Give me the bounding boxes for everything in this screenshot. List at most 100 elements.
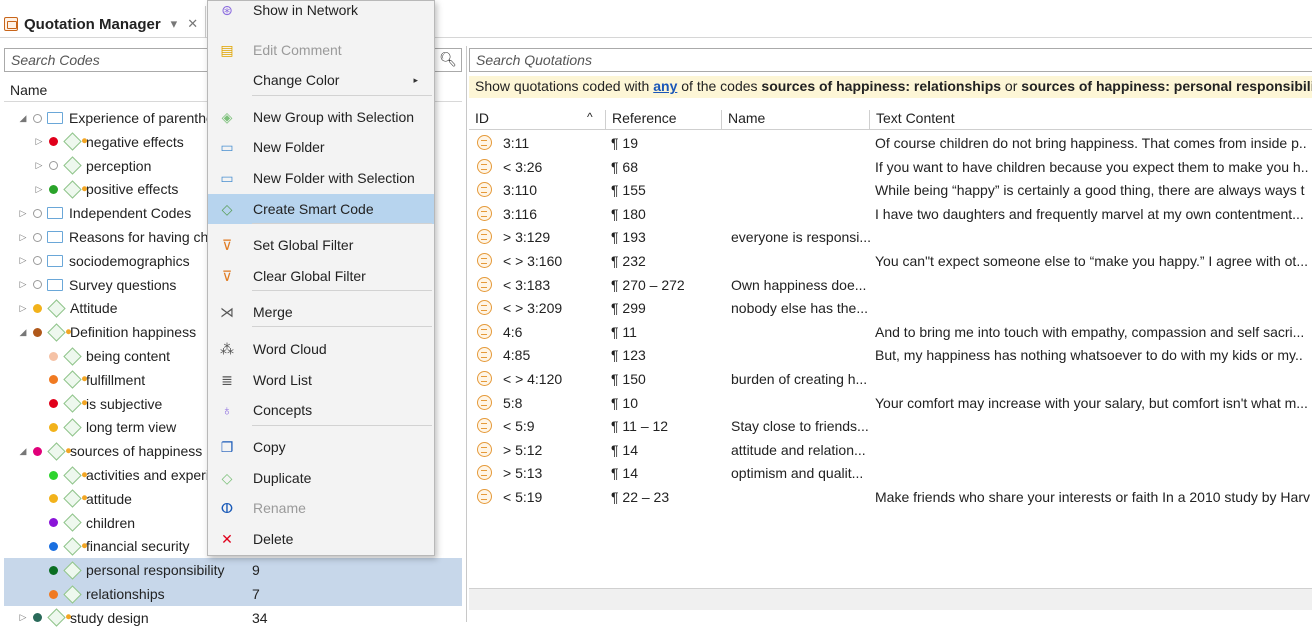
table-row[interactable]: 3:11 ¶ 19 Of course children do not bring … bbox=[469, 132, 1312, 156]
tree-row[interactable]: ▷ study design 34 bbox=[4, 606, 462, 630]
menu-item-concepts[interactable]: ♁ Concepts bbox=[208, 395, 434, 425]
table-row[interactable]: < 5:9 ¶ 11 – 12 Stay close to friends... bbox=[469, 415, 1312, 439]
context-menu: ⊛ Show in Network ▤ Edit Comment Change Colo… bbox=[207, 0, 435, 556]
tree-row-label: perception bbox=[86, 157, 152, 174]
menu-item-word-list[interactable]: ≣ Word List bbox=[208, 365, 434, 395]
search-icon[interactable]: 🔍︎ bbox=[439, 51, 457, 68]
table-row[interactable]: 3:116 ¶ 180 I have two daughters and frequ… bbox=[469, 203, 1312, 227]
expand-icon[interactable]: ▷ bbox=[18, 255, 28, 266]
table-row[interactable]: 3:110 ¶ 155 While being “happy” is certain… bbox=[469, 179, 1312, 203]
quotation-text: While being “happy” is certainly a good … bbox=[875, 182, 1305, 199]
menu-item-merge[interactable]: ⋊ Merge bbox=[208, 297, 434, 327]
quotation-reference: ¶ 150 bbox=[611, 371, 646, 387]
menu-item-label: Set Global Filter bbox=[253, 237, 354, 253]
quotation-icon bbox=[477, 205, 492, 221]
table-row[interactable]: 5:8 ¶ 10 Your comfort may increase with yo… bbox=[469, 392, 1312, 416]
horizontal-scrollbar[interactable] bbox=[469, 588, 1312, 610]
column-header-id[interactable]: ID ^ bbox=[469, 110, 605, 130]
table-row[interactable]: > 5:13 ¶ 14 optimism and qualit... bbox=[469, 462, 1312, 486]
table-row[interactable]: < 3:26 ¶ 68 If you want to have children b… bbox=[469, 156, 1312, 180]
expand-icon[interactable]: ▷ bbox=[18, 303, 28, 314]
quotation-reference: ¶ 155 bbox=[611, 182, 646, 199]
table-row[interactable]: < > 4:120 ¶ 150 burden of creating h... bbox=[469, 368, 1312, 392]
quotation-name: everyone is responsi... bbox=[731, 229, 872, 246]
collapse-icon[interactable]: ◢ bbox=[18, 327, 28, 338]
expand-icon[interactable]: ▷ bbox=[34, 160, 44, 171]
tree-row-label: activities and experie bbox=[86, 467, 217, 483]
quotation-reference: ¶ 270 – 272 bbox=[611, 276, 685, 293]
delete-icon: ✕ bbox=[221, 530, 233, 547]
smart-code-icon bbox=[63, 132, 82, 151]
menu-item-new-folder[interactable]: ▭ New Folder bbox=[208, 132, 434, 162]
search-quotations-input[interactable]: Search Quotations bbox=[469, 48, 1312, 72]
tree-row-label: attitude bbox=[86, 490, 132, 507]
tree-row-label: relationships bbox=[86, 586, 165, 602]
table-row[interactable]: 4:85 ¶ 123 But, my happiness has nothing w… bbox=[469, 344, 1312, 368]
quotation-reference: ¶ 11 – 12 bbox=[611, 418, 669, 435]
chevron-down-icon[interactable]: ▾ bbox=[171, 16, 178, 32]
folder-icon bbox=[47, 278, 63, 291]
menu-item-copy[interactable]: ❐ Copy bbox=[208, 432, 434, 462]
folder-selection-icon: ▭ bbox=[220, 169, 234, 186]
menu-item-change-color[interactable]: Change Color ▸ bbox=[208, 65, 434, 95]
tree-row[interactable]: relationships 7 bbox=[4, 582, 462, 606]
table-row[interactable]: < 3:183 ¶ 270 – 272 Own happiness doe... bbox=[469, 274, 1312, 298]
word-list-icon: ≣ bbox=[221, 371, 233, 388]
expand-icon[interactable]: ▷ bbox=[34, 136, 44, 147]
collapse-icon[interactable]: ◢ bbox=[18, 446, 28, 457]
menu-item-duplicate[interactable]: ◇ Duplicate bbox=[208, 463, 434, 493]
folder-icon: ▭ bbox=[220, 138, 234, 155]
quotation-table-header: ID ^ Reference Name Text Content bbox=[469, 108, 1312, 130]
quotation-id: < > 3:160 bbox=[503, 253, 563, 269]
quotation-text: Your comfort may increase with your sala… bbox=[875, 394, 1308, 411]
menu-separator bbox=[252, 290, 432, 291]
menu-item-delete[interactable]: ✕ Delete bbox=[208, 524, 434, 554]
quotation-name: optimism and qualit... bbox=[731, 465, 864, 482]
copy-icon: ❐ bbox=[220, 438, 234, 455]
color-dot-icon bbox=[49, 565, 58, 575]
color-dot-icon bbox=[33, 113, 42, 123]
quotation-reference: ¶ 232 bbox=[611, 253, 646, 269]
column-header-text-content[interactable]: Text Content bbox=[869, 110, 1312, 130]
expand-icon[interactable]: ▷ bbox=[18, 232, 28, 243]
menu-item-word-cloud[interactable]: ⁂ Word Cloud bbox=[208, 334, 434, 364]
tree-row-count: 34 bbox=[252, 609, 268, 626]
smart-code-icon bbox=[63, 489, 82, 508]
smart-code-icon bbox=[63, 537, 82, 556]
column-header-name[interactable]: Name bbox=[721, 110, 869, 130]
tab-quotation-manager[interactable]: Quotation Manager ▾ ✕ bbox=[4, 10, 198, 38]
menu-item-set-global-filter[interactable]: ⊽ Set Global Filter bbox=[208, 230, 434, 260]
collapse-icon[interactable]: ◢ bbox=[18, 113, 28, 124]
quotation-text: You can"t expect someone else to “make y… bbox=[875, 253, 1308, 269]
folder-icon bbox=[47, 112, 63, 124]
quotation-reference: ¶ 193 bbox=[611, 229, 646, 246]
menu-item-new-folder-with-selection[interactable]: ▭ New Folder with Selection bbox=[208, 163, 434, 193]
color-dot-icon bbox=[33, 446, 42, 456]
word-cloud-icon: ⁂ bbox=[220, 340, 234, 357]
filter-mode-link[interactable]: any bbox=[653, 78, 677, 94]
expand-icon[interactable]: ▷ bbox=[34, 184, 44, 195]
tree-row[interactable]: personal responsibility 9 bbox=[4, 558, 462, 583]
quotation-reference: ¶ 123 bbox=[611, 347, 646, 364]
menu-item-label: Word List bbox=[253, 372, 312, 388]
table-row[interactable]: < 5:19 ¶ 22 – 23 Make friends who share yo… bbox=[469, 486, 1312, 510]
quotation-icon bbox=[477, 489, 492, 504]
tree-row-label: study design bbox=[70, 609, 149, 626]
close-icon[interactable]: ✕ bbox=[187, 16, 198, 32]
quotation-id: < > 3:209 bbox=[503, 300, 563, 317]
menu-item-clear-global-filter[interactable]: ⊽ Clear Global Filter bbox=[208, 261, 434, 291]
menu-item-new-group-with-selection[interactable]: ◈ New Group with Selection bbox=[208, 102, 434, 132]
menu-item-create-smart-code[interactable]: ◇ Create Smart Code bbox=[208, 194, 434, 224]
quotation-icon bbox=[477, 300, 492, 316]
expand-icon[interactable]: ▷ bbox=[18, 279, 28, 290]
quotation-reference: ¶ 14 bbox=[611, 441, 638, 458]
table-row[interactable]: > 3:129 ¶ 193 everyone is responsi... bbox=[469, 226, 1312, 250]
table-row[interactable]: < > 3:160 ¶ 232 You can"t expect someone e… bbox=[469, 250, 1312, 274]
menu-item-show-in-network[interactable]: ⊛ Show in Network bbox=[208, 0, 434, 25]
table-row[interactable]: 4:6 ¶ 11 And to bring me into touch with e… bbox=[469, 321, 1312, 345]
expand-icon[interactable]: ▷ bbox=[18, 208, 28, 219]
color-dot-icon bbox=[49, 541, 58, 551]
table-row[interactable]: < > 3:209 ¶ 299 nobody else has the... bbox=[469, 297, 1312, 321]
column-header-reference[interactable]: Reference bbox=[605, 110, 721, 130]
table-row[interactable]: > 5:12 ¶ 14 attitude and relation... bbox=[469, 439, 1312, 463]
